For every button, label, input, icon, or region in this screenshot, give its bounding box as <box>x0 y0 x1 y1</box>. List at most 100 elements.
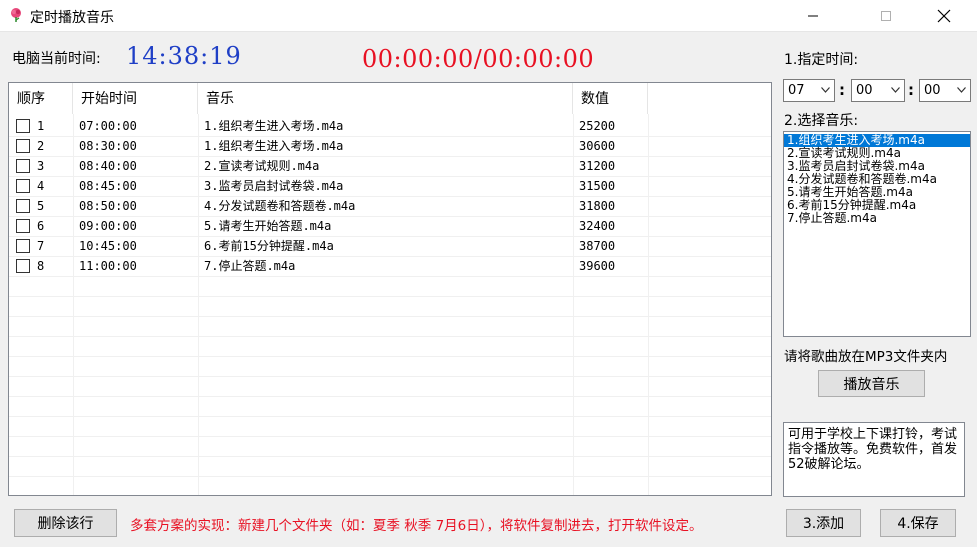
row-order: 6 <box>37 219 45 233</box>
grid-line <box>9 276 771 277</box>
info-textbox[interactable]: 可用于学校上下课打铃，考试指令播放等。免费软件，首发52破解论坛。 <box>783 422 965 497</box>
grid-line <box>9 256 771 257</box>
row-music: 2.宣读考试规则.m4a <box>204 159 320 173</box>
row-checkbox[interactable] <box>16 159 30 173</box>
row-music: 1.组织考生进入考场.m4a <box>204 139 344 153</box>
row-music: 1.组织考生进入考场.m4a <box>204 119 344 133</box>
row-music: 5.请考生开始答题.m4a <box>204 219 332 233</box>
row-value: 31500 <box>579 179 616 193</box>
title-bar[interactable]: 定时播放音乐 <box>0 0 977 32</box>
grid-line <box>9 336 771 337</box>
column-header-value[interactable]: 数值 <box>573 83 648 114</box>
column-header-order[interactable]: 顺序 <box>9 83 73 114</box>
row-checkbox[interactable] <box>16 239 30 253</box>
row-value: 38700 <box>579 239 616 253</box>
close-icon <box>937 9 951 23</box>
row-checkbox[interactable] <box>16 219 30 233</box>
chevron-down-icon <box>957 87 966 93</box>
grid-line <box>9 216 771 217</box>
row-value: 31200 <box>579 159 616 173</box>
row-music: 7.停止答题.m4a <box>204 259 296 273</box>
table-row[interactable]: 7 10:45:00 6.考前15分钟提醒.m4a 38700 <box>9 236 771 256</box>
time-separator: : <box>839 81 845 99</box>
row-checkbox[interactable] <box>16 119 30 133</box>
delete-row-button[interactable]: 删除该行 <box>14 509 117 537</box>
chevron-down-icon <box>821 87 830 93</box>
table-row[interactable]: 1 07:00:00 1.组织考生进入考场.m4a 25200 <box>9 116 771 136</box>
grid-line <box>9 156 771 157</box>
save-button[interactable]: 4.保存 <box>880 509 956 537</box>
row-checkbox[interactable] <box>16 259 30 273</box>
row-order: 3 <box>37 159 45 173</box>
grid-line <box>9 176 771 177</box>
row-checkbox[interactable] <box>16 139 30 153</box>
grid-line <box>9 476 771 477</box>
row-music: 6.考前15分钟提醒.m4a <box>204 239 334 253</box>
add-button[interactable]: 3.添加 <box>786 509 861 537</box>
row-time: 08:30:00 <box>79 139 137 153</box>
hour-value: 07 <box>788 83 805 98</box>
chevron-down-icon <box>891 87 900 93</box>
row-music: 3.监考员启封试卷袋.m4a <box>204 179 344 193</box>
grid-line <box>9 136 771 137</box>
row-time: 09:00:00 <box>79 219 137 233</box>
row-time: 07:00:00 <box>79 119 137 133</box>
row-order: 1 <box>37 119 45 133</box>
grid-line <box>9 456 771 457</box>
minimize-icon <box>808 15 818 17</box>
row-value: 31800 <box>579 199 616 213</box>
table-row[interactable]: 3 08:40:00 2.宣读考试规则.m4a 31200 <box>9 156 771 176</box>
table-row[interactable]: 6 09:00:00 5.请考生开始答题.m4a 32400 <box>9 216 771 236</box>
grid-line <box>9 236 771 237</box>
column-header-time[interactable]: 开始时间 <box>73 83 198 114</box>
row-value: 39600 <box>579 259 616 273</box>
table-row[interactable]: 2 08:30:00 1.组织考生进入考场.m4a 30600 <box>9 136 771 156</box>
second-value: 00 <box>924 83 941 98</box>
maximize-button[interactable] <box>863 0 909 32</box>
row-value: 25200 <box>579 119 616 133</box>
row-time: 08:50:00 <box>79 199 137 213</box>
grid-line <box>9 416 771 417</box>
row-checkbox[interactable] <box>16 179 30 193</box>
close-button[interactable] <box>921 0 967 32</box>
current-time-label: 电脑当前时间: <box>12 51 101 67</box>
table-header: 顺序 开始时间 音乐 数值 <box>9 83 771 114</box>
row-order: 5 <box>37 199 45 213</box>
multi-scheme-tip: 多套方案的实现：新建几个文件夹（如：夏季 秋季 7月6日），将软件复制进去，打开… <box>130 518 703 534</box>
grid-line <box>9 196 771 197</box>
specify-time-label: 1.指定时间: <box>784 52 859 68</box>
row-time: 10:45:00 <box>79 239 137 253</box>
row-value: 32400 <box>579 219 616 233</box>
table-row[interactable]: 5 08:50:00 4.分发试题卷和答题卷.m4a 31800 <box>9 196 771 216</box>
minute-value: 00 <box>856 83 873 98</box>
row-order: 8 <box>37 259 45 273</box>
window-title: 定时播放音乐 <box>30 10 114 26</box>
column-header-music[interactable]: 音乐 <box>198 83 573 114</box>
row-time: 08:40:00 <box>79 159 137 173</box>
row-checkbox[interactable] <box>16 199 30 213</box>
minute-select[interactable]: 00 <box>851 79 905 102</box>
schedule-table[interactable]: 顺序 开始时间 音乐 数值 1 07:00:00 1.组织考生进入考场.m4a 252… <box>8 82 772 496</box>
second-select[interactable]: 00 <box>919 79 971 102</box>
row-value: 30600 <box>579 139 616 153</box>
grid-line <box>9 316 771 317</box>
grid-line <box>9 356 771 357</box>
table-row[interactable]: 8 11:00:00 7.停止答题.m4a 39600 <box>9 256 771 276</box>
current-time-value: 14:38:19 <box>126 42 242 70</box>
select-music-label: 2.选择音乐: <box>784 113 859 129</box>
row-order: 2 <box>37 139 45 153</box>
music-listbox[interactable]: 1.组织考生进入考场.m4a 2.宣读考试规则.m4a 3.监考员启封试卷袋.m… <box>783 131 971 337</box>
row-order: 7 <box>37 239 45 253</box>
maximize-icon <box>881 11 891 21</box>
play-music-button[interactable]: 播放音乐 <box>818 370 925 397</box>
countdown-display: 00:00:00/00:00:00 <box>362 45 595 73</box>
music-list-item[interactable]: 7.停止答题.m4a <box>784 212 970 225</box>
time-separator: : <box>908 81 914 99</box>
table-row[interactable]: 4 08:45:00 3.监考员启封试卷袋.m4a 31500 <box>9 176 771 196</box>
grid-line <box>9 436 771 437</box>
grid-line <box>9 396 771 397</box>
rose-icon <box>11 8 21 22</box>
minimize-button[interactable] <box>790 0 836 32</box>
hour-select[interactable]: 07 <box>783 79 835 102</box>
row-order: 4 <box>37 179 45 193</box>
